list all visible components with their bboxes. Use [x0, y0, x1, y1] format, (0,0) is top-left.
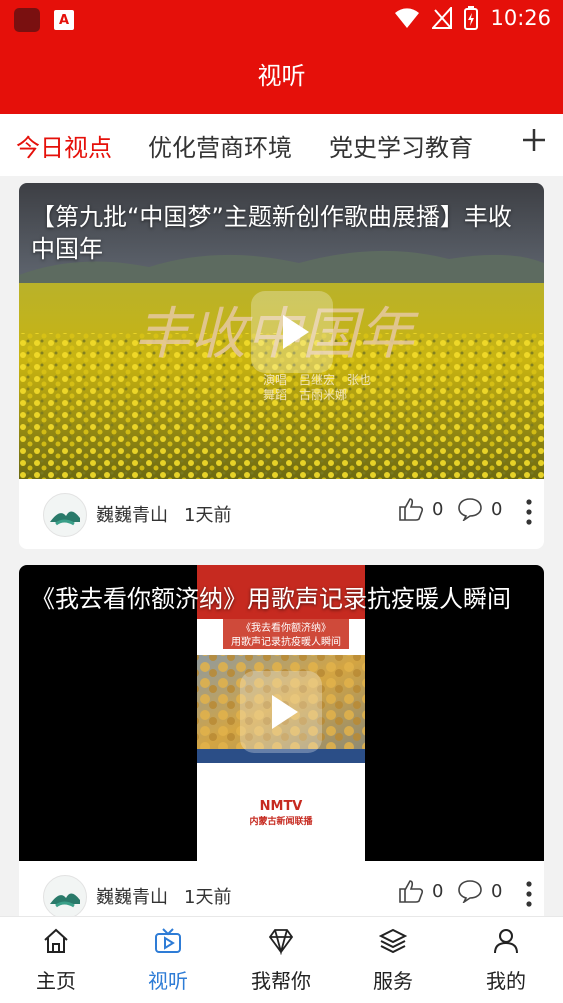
- comment-button[interactable]: 0: [457, 879, 502, 903]
- comment-icon: [458, 880, 482, 903]
- nav-profile[interactable]: 我的: [461, 927, 551, 994]
- nav-services[interactable]: 服务: [348, 927, 438, 994]
- video-card[interactable]: 丰收中国年 演唱 吕继宏 张也 舞蹈 古丽米娜 【第九批“中国梦”主题新创作歌曲…: [19, 183, 544, 549]
- no-signal-icon: [432, 7, 453, 29]
- author-logo-icon: [50, 893, 80, 908]
- play-icon: [283, 315, 309, 349]
- author-name[interactable]: 巍巍青山: [96, 501, 168, 527]
- add-tab-button[interactable]: [521, 122, 547, 162]
- nav-label: 视听: [148, 969, 188, 993]
- status-bar-system: 10:26: [394, 6, 551, 30]
- app-notification-icon: [14, 8, 40, 32]
- nav-audiovisual[interactable]: 视听: [123, 927, 213, 994]
- plus-icon: [523, 129, 545, 151]
- more-vertical-icon: [526, 881, 532, 907]
- home-icon: [44, 928, 68, 953]
- thumbs-up-icon: [399, 880, 424, 903]
- like-button[interactable]: 0: [398, 879, 443, 903]
- author-logo-icon: [50, 511, 80, 526]
- category-tabs: 今日视点 优化营商环境 党史学习教育: [0, 114, 563, 176]
- like-button[interactable]: 0: [398, 497, 443, 521]
- more-options-button[interactable]: [526, 499, 532, 529]
- nav-label: 服务: [373, 969, 413, 993]
- play-icon: [272, 695, 298, 729]
- battery-charging-icon: [464, 6, 479, 30]
- comment-count: 0: [491, 880, 503, 902]
- video-title[interactable]: 【第九批“中国梦”主题新创作歌曲展播】丰收中国年: [31, 201, 526, 265]
- post-time: 1天前: [184, 887, 232, 908]
- more-options-button[interactable]: [526, 881, 532, 911]
- play-button[interactable]: [251, 291, 333, 373]
- nmtv-logo-subtitle: 内蒙古新闻联播: [249, 815, 313, 827]
- more-vertical-icon: [526, 499, 532, 525]
- tab-today-view[interactable]: 今日视点: [16, 128, 112, 163]
- nav-home[interactable]: 主页: [11, 927, 101, 994]
- author-name[interactable]: 巍巍青山: [96, 883, 168, 909]
- author-avatar[interactable]: [43, 493, 87, 537]
- nmtv-logo: NMTV: [260, 799, 303, 814]
- bottom-navigation: 主页 视听 我帮你 服务 我的: [0, 916, 563, 1003]
- banner-line-2: 用歌声记录抗疫暖人瞬间: [231, 635, 341, 648]
- post-time: 1天前: [184, 505, 232, 526]
- video-thumbnail[interactable]: 《我去看你额济纳》 用歌声记录抗疫暖人瞬间 NMTV 内蒙古新闻联播 《我去看你…: [19, 565, 544, 861]
- tab-party-history[interactable]: 党史学习教育: [329, 128, 473, 163]
- diamond-icon: [268, 929, 294, 956]
- thumbnail-credits-line-2: 舞蹈 古丽米娜: [263, 387, 347, 402]
- nav-help[interactable]: 我帮你: [236, 927, 326, 994]
- video-title[interactable]: 《我去看你额济纳》用歌声记录抗疫暖人瞬间: [31, 583, 526, 615]
- status-bar: A 10:26: [0, 0, 563, 38]
- status-time: 10:26: [490, 6, 551, 30]
- tv-icon: [155, 928, 181, 953]
- like-count: 0: [432, 880, 444, 902]
- play-button[interactable]: [240, 671, 322, 753]
- thumbs-up-icon: [399, 498, 424, 521]
- page-title: 视听: [257, 62, 306, 90]
- person-icon: [494, 929, 518, 954]
- video-thumbnail[interactable]: 丰收中国年 演唱 吕继宏 张也 舞蹈 古丽米娜 【第九批“中国梦”主题新创作歌曲…: [19, 183, 544, 479]
- nav-label: 我帮你: [251, 969, 311, 993]
- app-header: 视听: [0, 38, 563, 114]
- video-meta: 巍巍青山 1天前 0 0: [19, 479, 544, 549]
- tab-business-environment[interactable]: 优化营商环境: [148, 128, 292, 163]
- like-count: 0: [432, 498, 444, 520]
- comment-icon: [458, 498, 482, 521]
- a-notification-icon: A: [54, 10, 74, 30]
- video-card[interactable]: 《我去看你额济纳》 用歌声记录抗疫暖人瞬间 NMTV 内蒙古新闻联播 《我去看你…: [19, 565, 544, 931]
- nav-label: 主页: [36, 969, 76, 993]
- wifi-icon: [395, 8, 420, 28]
- thumbnail-credits-line-1: 演唱 吕继宏 张也: [263, 372, 371, 387]
- layers-icon: [378, 928, 408, 954]
- author-avatar[interactable]: [43, 875, 87, 919]
- comment-count: 0: [491, 498, 503, 520]
- status-bar-notifications: A: [14, 8, 74, 32]
- comment-button[interactable]: 0: [457, 497, 502, 521]
- nav-label: 我的: [486, 969, 526, 993]
- banner-line-1: 《我去看你额济纳》: [241, 621, 331, 634]
